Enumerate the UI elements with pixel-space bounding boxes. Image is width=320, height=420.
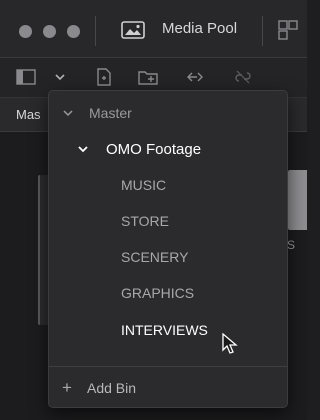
bin-header-label: Mas [16,107,41,122]
media-pool-icon[interactable] [120,19,146,41]
menu-item-music[interactable]: MUSIC [49,168,287,204]
menu-item-scenery[interactable]: SCENERY [49,240,287,276]
add-bin-label: Add Bin [87,380,137,396]
relink-icon[interactable] [183,66,207,88]
menu-divider [49,366,287,367]
menu-item-omo-footage[interactable]: OMO Footage [49,132,287,168]
menu-item-store[interactable]: STORE [49,204,287,240]
menu-item-label: OMO Footage [106,141,202,158]
menu-item-label: Master [89,105,132,121]
add-bin-button[interactable]: + Add Bin [49,371,287,407]
clip-label-partial: S [287,238,296,252]
bin-dropdown-menu: Master OMO Footage MUSIC STORE SCENERY G… [48,90,288,408]
window-title: Media Pool [162,20,238,37]
new-bin-icon[interactable] [136,66,160,88]
window-minimize-button[interactable] [43,25,56,38]
chevron-down-icon [78,146,88,153]
new-file-icon[interactable] [92,66,116,88]
chevron-down-icon[interactable] [48,66,72,88]
titlebar-divider [95,16,96,46]
menu-item-label: STORE [121,213,169,229]
menu-item-label: GRAPHICS [121,285,195,301]
menu-item-label: SCENERY [121,249,189,265]
menu-item-label: MUSIC [121,177,167,193]
panel-layout-icon[interactable] [276,18,300,42]
window-titlebar: Media Pool [0,0,307,58]
clip-thumbnail-right[interactable] [288,170,307,230]
plus-icon: + [62,378,72,397]
sidebar-toggle-icon[interactable] [14,66,38,88]
menu-item-graphics[interactable]: GRAPHICS [49,276,287,312]
window-close-button[interactable] [19,25,32,38]
window-zoom-button[interactable] [67,25,80,38]
menu-item-master[interactable]: Master [49,96,287,132]
titlebar-divider-right [262,16,263,46]
pointer-cursor-icon [222,333,238,354]
unlink-icon[interactable] [231,66,255,88]
menu-item-interviews[interactable]: INTERVIEWS [49,313,287,349]
chevron-down-icon [63,110,73,117]
menu-item-label: INTERVIEWS [121,322,208,338]
